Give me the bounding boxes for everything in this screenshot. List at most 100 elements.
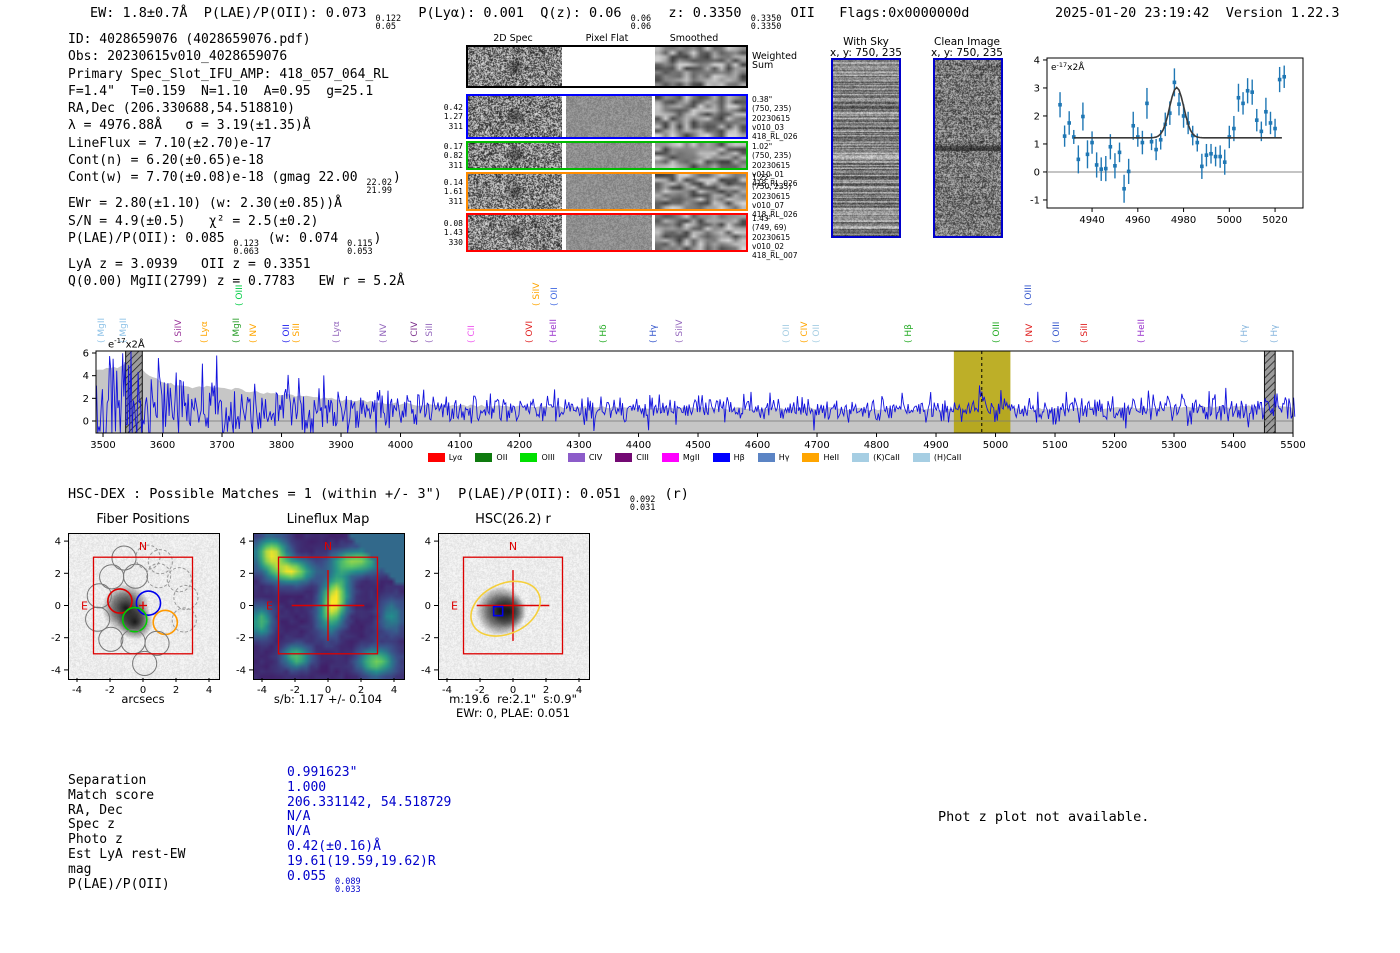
detection-info-block: ID: 4028659076 (4028659076.pdf) Obs: 2023… <box>68 31 405 291</box>
spec2d-noise-image <box>468 215 562 250</box>
zoom-plot-area: -1 0 1 2 3 4 4940 4960 4980 5000 5020 e-17x2Å <box>1030 55 1304 226</box>
emission-line-label: ( MgII <box>96 317 107 343</box>
legend-swatch <box>757 453 775 462</box>
legend-swatch <box>912 453 930 462</box>
y-tick-label: 3 <box>1034 83 1040 94</box>
fiber-title: Fiber Positions <box>96 512 190 527</box>
with-sky-image <box>833 60 899 236</box>
spec2d-strip <box>466 141 748 170</box>
sky-panel-image-frame <box>831 58 901 238</box>
sub-value: 0.3350 <box>750 22 782 32</box>
legend-item: HeII <box>802 453 839 462</box>
strip-left-value: 311 <box>448 121 463 131</box>
emission-line-label: ( HeII <box>1136 319 1147 343</box>
data-point <box>1177 102 1181 106</box>
text-segment: HSC-DEX : Possible Matches = 1 (within +… <box>68 486 629 502</box>
spec2d-strip-right-label: Weighted Sum <box>752 52 797 71</box>
match-table-value: 0.42(±0.16)Å <box>287 838 451 855</box>
spec2d-noise-image <box>468 174 562 209</box>
data-point <box>1282 74 1287 79</box>
strip-right-line: (750, 235) <box>752 151 792 161</box>
emission-line-label: ( SiIV <box>675 319 686 343</box>
legend-label: HeII <box>823 453 840 462</box>
main-ylabel: e-17x2Å <box>108 337 145 351</box>
data-point <box>1085 152 1090 157</box>
data-point <box>1126 169 1131 174</box>
match-table-value: 0.055 0.089 0.033 <box>287 869 451 894</box>
legend-label: CIII <box>636 453 649 462</box>
emission-line-label: ( HeII <box>549 319 560 343</box>
legend-item: Hγ <box>757 453 790 462</box>
spec2d-strip-left-values: 0.08 1.43 330 <box>441 219 463 248</box>
y-tick-label: -4 <box>51 665 61 676</box>
strip-right-line: (750, 235) <box>752 182 792 192</box>
hsc-caption: m:19.6 re:2.1" s:0.9" <box>449 692 577 706</box>
data-point <box>1062 134 1067 138</box>
data-point <box>1058 102 1062 107</box>
text-segment: Primary Spec_Slot_IFU_AMP: 418_057_064_R… <box>68 66 389 82</box>
spec2d-strip <box>466 45 748 88</box>
emission-line-label: ( OII <box>781 324 792 343</box>
spec2d-strip-right-label: 1.22" (750, 235) 20230615 v010_07 418_RL_026 <box>752 173 798 219</box>
x-tick-label: 3500 <box>90 440 115 451</box>
data-point <box>1259 129 1264 134</box>
data-point <box>1076 157 1081 162</box>
spectrum-legend: Lyα OII OIII CIV CIII MgII Hβ Hγ HeII (K)CaII (H)C… <box>96 453 1293 462</box>
emission-line-label: ( OIII <box>991 321 1002 343</box>
y-tick-label: 2 <box>1034 111 1040 122</box>
emission-line-label: ( NV <box>1025 323 1036 343</box>
text-segment: 19.61(19.59,19.62)R <box>287 853 436 869</box>
header-summary: EW: 1.8±0.7Å P(LAE)/P(OII): 0.073 0.122 0… <box>90 5 969 31</box>
y-tick-label: 2 <box>83 394 89 405</box>
emission-line-label: ( Hβ <box>904 324 915 343</box>
x-tick-label: 4500 <box>685 440 710 451</box>
text-segment: 0.42(±0.16)Å <box>287 838 381 854</box>
y-tick-label: 6 <box>83 349 89 360</box>
text-segment: N/A <box>287 809 311 825</box>
text-segment: ID: 4028659076 (4028659076.pdf) <box>68 32 311 47</box>
data-point <box>1241 101 1245 106</box>
header-spacer <box>1209 5 1225 21</box>
strip-right-line: 20230615 <box>752 232 791 242</box>
x-tick-label: 4940 <box>1079 215 1104 226</box>
match-table-label: Separation <box>68 773 147 788</box>
legend-label: Hβ <box>733 453 745 462</box>
text-segment: (w: 0.074 <box>259 230 347 246</box>
x-tick-label: 5300 <box>1161 440 1186 451</box>
y-tick-label: 4 <box>55 537 61 548</box>
strip-left-value: 1.43 <box>443 228 463 237</box>
legend-label: MgII <box>682 453 700 462</box>
match-table-label: mag <box>68 861 92 877</box>
legend-item: (H)CaII <box>912 453 961 462</box>
lineflux-title: Lineflux Map <box>286 512 370 527</box>
x-tick-label: 5200 <box>1102 440 1127 451</box>
text-segment: P(Lyα): 0.001 Q(z): 0.06 <box>402 5 630 21</box>
strip-left-value: 0.42 <box>443 102 463 112</box>
sub-value: 0.06 <box>630 22 652 32</box>
legend-label: OII <box>496 453 508 462</box>
gaussian-fit-line <box>1073 86 1282 139</box>
text-segment: EWr = 2.80(±1.10) (w: 2.30(±0.85))Å <box>68 196 342 212</box>
strip-right-line: 1.43" <box>752 214 773 223</box>
sup-sub-stack: 0.092 0.031 <box>630 496 656 513</box>
text-segment: (r) <box>656 486 689 502</box>
data-point <box>1250 90 1254 94</box>
sub-value: 0.05 <box>375 22 396 32</box>
data-point <box>1273 126 1277 131</box>
smoothed-image <box>655 96 746 137</box>
emission-line-label: ( NV <box>249 323 260 343</box>
spec2d-column-title: Smoothed <box>669 33 719 44</box>
legend-item: CIII <box>615 453 649 462</box>
legend-label: Hγ <box>778 453 790 462</box>
sup-sub-stack: 0.123 0.063 <box>233 240 259 257</box>
spec2d-noise-image <box>468 96 562 137</box>
text-segment: Obs: 20230615v010_4028659076 <box>68 49 288 65</box>
x-tick-label: 4900 <box>923 440 948 451</box>
x-tick-label: 5100 <box>1042 440 1067 451</box>
x-tick-label: 5500 <box>1280 440 1305 451</box>
y-tick-label: 0 <box>240 601 246 612</box>
main-plot-area: 0 2 4 6 3500 3600 3700 3800 3900 4000 4100 4200 4300… <box>83 349 1306 451</box>
y-tick-label: 0 <box>83 417 89 428</box>
legend-item: OIII <box>520 453 555 462</box>
emission-line-label: ( Hγ <box>649 324 660 343</box>
